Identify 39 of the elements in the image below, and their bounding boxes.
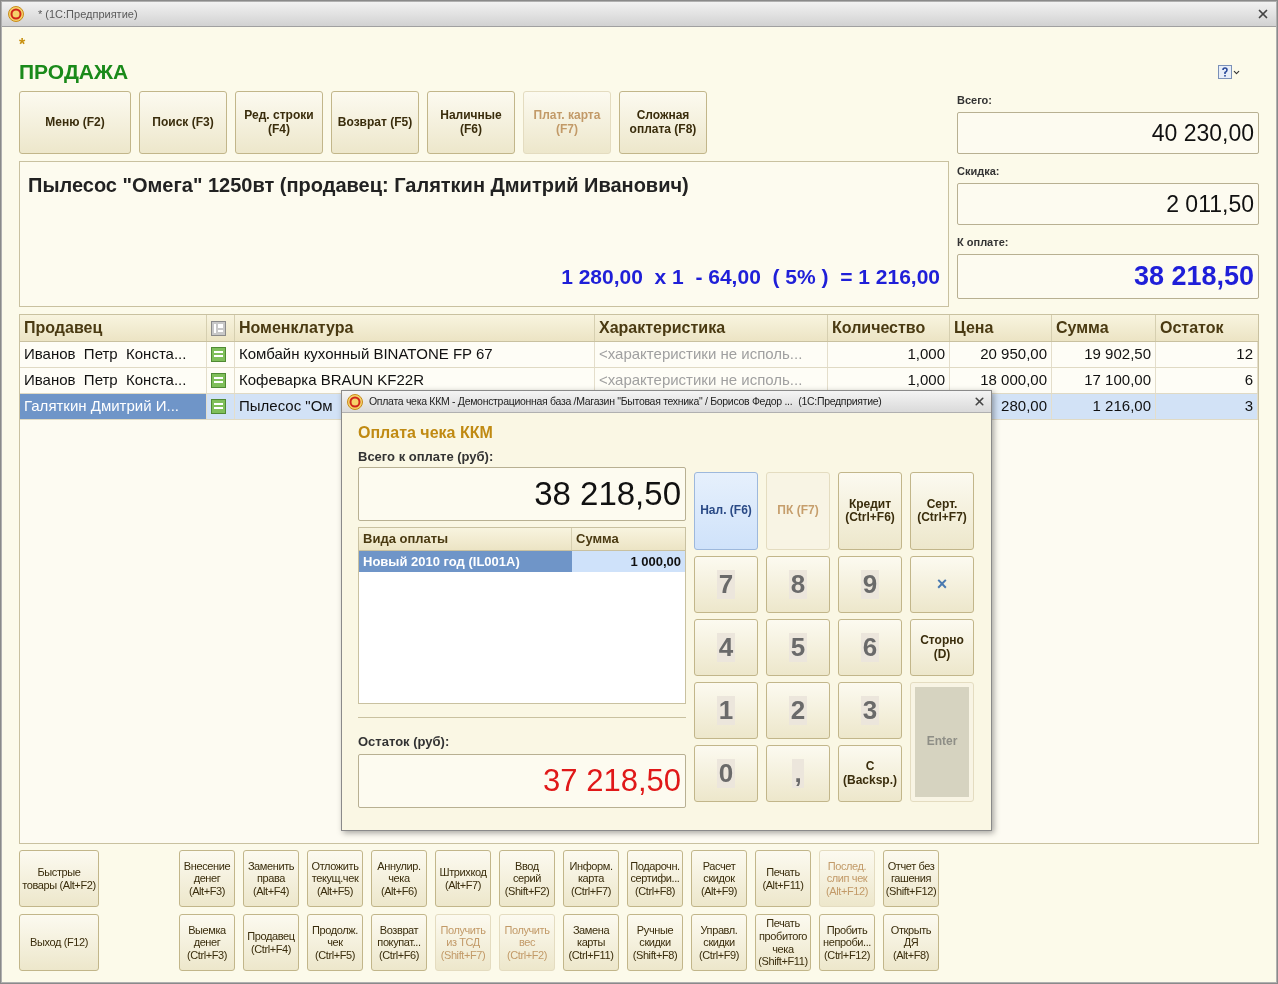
remainder-label: Остаток (руб): [358,733,450,751]
table-cell-text: 17 100,00 [1084,370,1151,391]
item-calculation: 1 280,00 x 1 - 64,00 ( 5% ) = 1 216,00 [561,263,940,290]
total-field: 38 218,50 [957,254,1259,299]
table-cell-text: <характеристики не исполь... [599,370,803,391]
table-cell-text: 1,000 [907,370,945,391]
table-cell-text: 280,00 [1001,396,1047,417]
table-cell-text: 1,000 [907,344,945,365]
total-label: Всего к оплате (руб): [358,448,494,466]
item-title: Пылесос "Омега" 1250вт (продавец: Галяткин Дмитрий Иванович) [28,173,689,198]
window-title: * (1С:Предприятие) [38,6,139,22]
table-cell-text: Пылесос "Ом [239,396,333,417]
table-cell-text: <характеристики не исполь... [599,344,803,365]
table-cell-text: Новый 2010 год (IL001A) [363,552,520,571]
table-cell-text: Кофеварка BRAUN KF22R [239,370,424,391]
dialog-title: Оплата чека ККМ - Демонстрационная база /Магазин "Бытовая техника" / Борисов Федор ... [369,393,793,409]
dialog-heading: Оплата чека ККМ [358,423,493,443]
table-cell-text: 1 216,00 [1092,396,1151,417]
modified-mark: * [19,35,26,53]
total-field: 40 230,00 [957,112,1259,154]
table-cell-text: 6 [1244,370,1253,391]
table-cell-text: Иванов Петр Конста... [24,370,187,391]
total-label: Скидка: [957,164,1000,179]
total-label: Всего: [957,93,992,108]
table-cell-text: 3 [1244,396,1253,417]
total-field: 38 218,50 [358,467,686,521]
table-cell-text: Комбайн кухонный BINATONE FP 67 [239,344,493,365]
page-title: ПРОДАЖА [19,59,130,86]
remainder-field: 37 218,50 [358,754,686,808]
table-cell-text: 19 902,50 [1084,344,1151,365]
table-cell-text: 18 000,00 [980,370,1047,391]
table-cell-text: Иванов Петр Конста... [24,344,187,365]
total-field: 2 011,50 [957,183,1259,225]
dialog-app-name: (1С:Предприятие) [798,393,882,409]
table-cell-text: 1 000,00 [630,552,681,571]
table-cell-text: 12 [1236,344,1253,365]
table-cell-text: Галяткин Дмитрий И... [24,396,180,417]
total-label: К оплате: [957,235,1009,250]
table-cell-text: 20 950,00 [980,344,1047,365]
